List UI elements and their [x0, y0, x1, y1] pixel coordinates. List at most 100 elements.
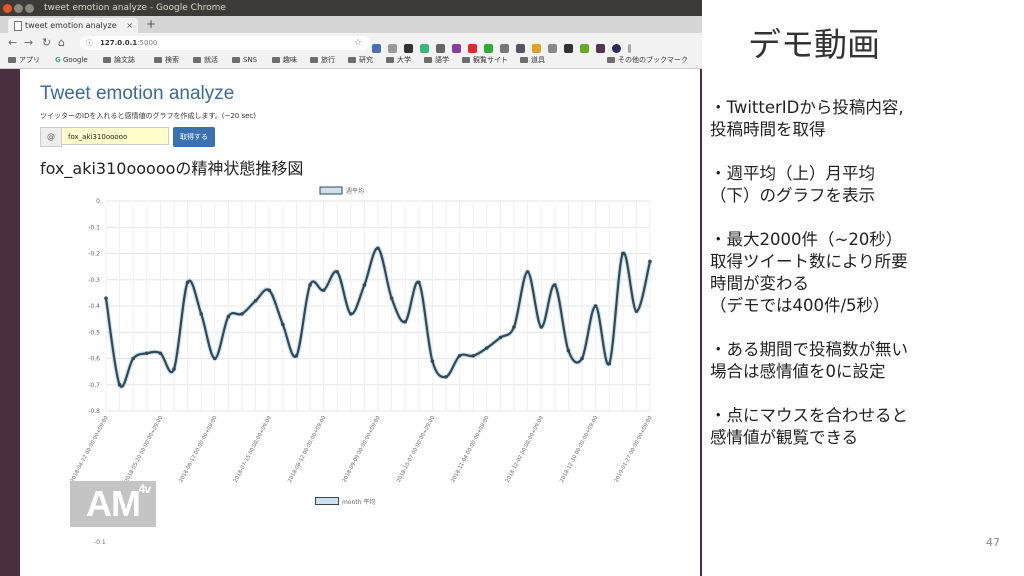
bookmark-apps[interactable]: アプリ [8, 53, 40, 68]
data-point[interactable] [267, 288, 271, 293]
data-point[interactable] [566, 348, 571, 353]
monthly-chart-legend[interactable]: month 平均 [315, 497, 375, 506]
data-point[interactable] [471, 354, 476, 358]
data-point[interactable] [321, 288, 326, 293]
x-tick-label: 2018-12-30 00:00:00+09:00 [559, 415, 599, 483]
extension-icon[interactable] [468, 44, 477, 53]
extension-icon[interactable] [484, 44, 493, 53]
twitter-id-input[interactable]: fox_aki310ooooo [61, 127, 169, 145]
data-point[interactable] [430, 359, 435, 363]
data-point[interactable] [117, 382, 122, 387]
reload-icon[interactable]: ↻ [42, 36, 51, 49]
data-point[interactable] [185, 280, 190, 285]
data-point[interactable] [593, 304, 598, 308]
bookmark-folder[interactable]: 検索 [154, 53, 179, 68]
extension-icon[interactable] [452, 44, 461, 53]
maximize-window-button[interactable] [25, 4, 34, 13]
data-point[interactable] [553, 283, 557, 287]
menu-icon[interactable] [628, 44, 631, 53]
folder-icon [272, 57, 280, 63]
x-tick-label: 2018-09-09 00:00:00+09:00 [342, 415, 382, 483]
bookmark-google[interactable]: G Google [55, 53, 88, 68]
extension-icon[interactable] [420, 44, 429, 53]
extension-icon[interactable] [548, 44, 557, 53]
bookmark-folder[interactable]: 旅行 [310, 53, 335, 68]
data-point[interactable] [294, 354, 299, 358]
data-point[interactable] [226, 314, 231, 319]
bookmark-other[interactable]: その他のブックマーク [607, 53, 688, 68]
data-point[interactable] [131, 356, 135, 361]
data-point[interactable] [158, 351, 163, 356]
extension-icon[interactable] [388, 44, 397, 53]
extension-icon[interactable] [564, 44, 573, 53]
data-point[interactable] [580, 356, 584, 361]
bookmark-folder[interactable]: 就活 [193, 53, 218, 68]
extension-icon[interactable] [500, 44, 509, 53]
data-point[interactable] [376, 246, 380, 251]
bookmark-folder[interactable]: 趣味 [272, 53, 297, 68]
extension-icon[interactable] [532, 44, 541, 53]
extension-icon[interactable] [372, 44, 381, 53]
new-tab-button[interactable]: + [146, 17, 156, 31]
legend-swatch [315, 497, 339, 505]
data-point[interactable] [172, 367, 176, 371]
extension-icon[interactable] [580, 44, 589, 53]
web-page: Tweet emotion analyze ツイッターのIDを入れると感情値のグ… [20, 69, 700, 576]
bookmark-folder[interactable]: 大学 [386, 53, 411, 68]
bookmark-folder[interactable]: 論文誌 [103, 53, 135, 68]
data-point[interactable] [498, 335, 503, 340]
data-point[interactable] [512, 325, 516, 329]
extension-icon[interactable] [404, 44, 413, 53]
data-point[interactable] [104, 296, 108, 300]
data-point[interactable] [444, 375, 448, 379]
x-tick-label: 2018-06-17 00:00:00+09:00 [178, 415, 218, 483]
data-point[interactable] [240, 312, 244, 316]
data-point[interactable] [213, 356, 217, 361]
folder-icon [348, 57, 356, 63]
address-bar[interactable]: ⓘ 127.0.0.1:5000 ☆ [80, 36, 370, 50]
bookmark-folder[interactable]: 研究 [348, 53, 373, 68]
data-point[interactable] [621, 251, 625, 256]
bookmark-star-icon[interactable]: ☆ [354, 36, 362, 50]
data-point[interactable] [539, 325, 543, 329]
tab-tweet-emotion[interactable]: tweet emotion analyze × [8, 18, 138, 33]
extension-icon[interactable] [596, 44, 605, 53]
fetch-button[interactable]: 取得する [173, 127, 215, 147]
home-icon[interactable]: ⌂ [58, 36, 65, 49]
window-title: tweet emotion analyze - Google Chrome [44, 3, 226, 13]
x-tick-label: 2018-05-20 00:00:00+09:00 [124, 415, 164, 483]
close-window-button[interactable] [3, 4, 12, 13]
data-point[interactable] [281, 322, 285, 327]
close-tab-icon[interactable]: × [126, 18, 133, 33]
bookmark-folder[interactable]: SNS [232, 53, 257, 68]
data-point[interactable] [457, 354, 462, 358]
data-point[interactable] [145, 351, 149, 356]
bookmark-folder[interactable]: 観覧サイト [462, 53, 508, 68]
x-tick-label: 2018-08-12 00:00:00+09:00 [287, 415, 327, 483]
data-point[interactable] [607, 361, 611, 366]
forward-icon[interactable]: → [24, 36, 33, 49]
bullet-line: 取得ツイート数により所要 [710, 252, 908, 271]
extension-icon[interactable] [436, 44, 445, 53]
data-point[interactable] [648, 259, 652, 264]
data-point[interactable] [634, 309, 639, 314]
data-point[interactable] [199, 312, 203, 316]
data-point[interactable] [417, 280, 421, 285]
data-point[interactable] [362, 283, 367, 287]
data-point[interactable] [308, 283, 312, 287]
bookmark-folder[interactable]: 語学 [424, 53, 449, 68]
data-point[interactable] [253, 298, 258, 303]
window-titlebar: tweet emotion analyze - Google Chrome [0, 0, 702, 16]
data-point[interactable] [349, 312, 353, 316]
data-point[interactable] [389, 296, 394, 300]
data-point[interactable] [485, 346, 489, 350]
data-point[interactable] [525, 270, 530, 274]
y-tick-label: -0.1 [88, 224, 100, 231]
bookmark-folder[interactable]: 道具 [520, 53, 545, 68]
data-point[interactable] [403, 319, 408, 324]
data-point[interactable] [335, 270, 340, 274]
extension-icon[interactable] [516, 44, 525, 53]
profile-avatar[interactable] [612, 44, 621, 53]
back-icon[interactable]: ← [8, 36, 17, 49]
minimize-window-button[interactable] [14, 4, 23, 13]
